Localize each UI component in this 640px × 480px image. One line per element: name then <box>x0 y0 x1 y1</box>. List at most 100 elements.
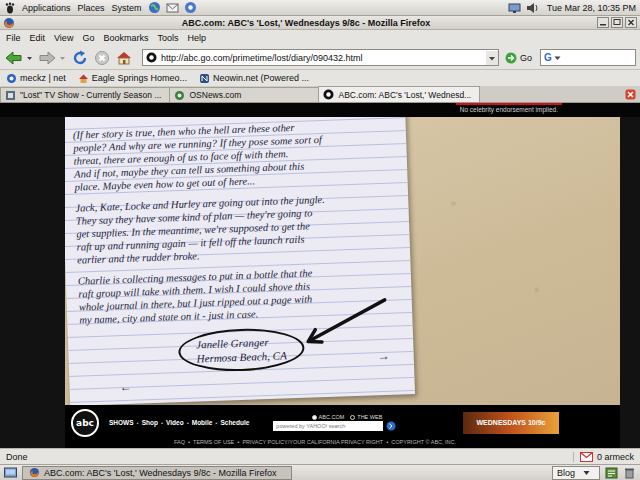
search-engine-icon[interactable]: G <box>544 53 552 63</box>
footer-nav-link[interactable]: Shop <box>142 419 158 426</box>
clock[interactable]: Tue Mar 28, 10:35 PM <box>544 3 636 13</box>
page-body: (If her story is true, then who the hell… <box>0 117 640 448</box>
scope-radio[interactable] <box>350 415 355 420</box>
tab-label: "Lost" TV Show - Currently Season ... <box>20 90 161 100</box>
minimize-icon[interactable] <box>597 17 609 28</box>
menu-item[interactable]: Bookmarks <box>103 33 148 43</box>
engine-dropdown-icon[interactable] <box>554 54 561 62</box>
bookmark[interactable]: Neowin.net (Powered ... <box>199 73 309 84</box>
tab-favicon-icon <box>5 90 16 101</box>
footer-nav: SHOWS•Shop•Video•Mobile•Schedule <box>109 419 249 426</box>
close-tab-icon[interactable] <box>625 89 636 100</box>
tab[interactable]: OSNews.com <box>169 87 319 102</box>
panel-applets: Tue Mar 28, 10:35 PM <box>508 2 636 14</box>
mail-notifier[interactable]: 0 armeck <box>573 452 634 462</box>
footer-nav-link[interactable]: SHOWS <box>109 419 134 426</box>
nav-separator: • <box>137 420 139 426</box>
bookmark[interactable]: meckz | net <box>6 73 66 84</box>
search-go-icon[interactable] <box>386 421 396 431</box>
search-scope[interactable]: ABC.COM <box>312 414 345 420</box>
site-search: ABC.COM THE WEBpowered by YAHOO! search <box>273 414 396 431</box>
legal-link[interactable]: FAQ <box>174 439 185 445</box>
dropdown-arrow-icon <box>583 470 590 476</box>
site-search-input[interactable]: powered by YAHOO! search <box>273 421 383 431</box>
legal-link[interactable]: TERMS OF USE <box>193 439 234 445</box>
tab[interactable]: "Lost" TV Show - Currently Season ... <box>0 87 170 102</box>
tab[interactable]: ABC.com: ABC's 'Lost,' Wednesd... <box>318 86 480 102</box>
panel-tray: Blog <box>552 466 636 480</box>
scope-radio[interactable] <box>312 415 317 420</box>
panel-menu[interactable]: Places <box>77 3 106 13</box>
menu-item[interactable]: Tools <box>157 33 178 43</box>
firefox-icon <box>29 467 40 478</box>
footer-nav-link[interactable]: Mobile <box>192 419 213 426</box>
menu-item[interactable]: Edit <box>30 33 46 43</box>
go-label: Go <box>520 53 532 63</box>
abc-logo[interactable]: abc <box>71 409 99 437</box>
bookmark[interactable]: Eagle Springs Homeo... <box>78 73 187 84</box>
search-scopes: ABC.COM THE WEB <box>273 414 396 420</box>
menu-item[interactable]: Go <box>82 33 94 43</box>
status-bar: Done0 armeck <box>0 448 640 464</box>
home-icon[interactable] <box>114 49 134 67</box>
firefox-icon[interactable] <box>3 17 15 29</box>
main-column: (If her story is true, then who the hell… <box>65 117 620 448</box>
previous-page-arrow[interactable]: ← <box>119 381 131 393</box>
right-margin <box>620 117 640 448</box>
menu-item[interactable]: File <box>6 33 21 43</box>
url-field[interactable]: http://abc.go.com/primetime/lost/diary/0… <box>142 49 499 66</box>
tab-favicon-icon <box>174 90 185 101</box>
blog-applet-icon[interactable] <box>605 467 618 479</box>
maximize-icon[interactable] <box>611 17 623 28</box>
bookmark-label: Eagle Springs Homeo... <box>92 73 187 83</box>
next-page-arrow[interactable]: → <box>377 350 389 362</box>
tab-favicon-icon <box>323 89 334 100</box>
diary-paragraph: (If her story is true, then who the hell… <box>73 117 408 194</box>
taskbar-button[interactable]: ABC.com: ABC's 'Lost,' Wednesdays 9/8c -… <box>22 466 292 480</box>
panel-menu[interactable]: Applications <box>21 3 72 13</box>
reload-icon[interactable] <box>70 49 90 67</box>
trash-icon[interactable] <box>623 467 636 479</box>
house-favicon-icon <box>78 73 89 84</box>
title-bar[interactable]: ABC.com: ABC's 'Lost,' Wednesdays 9/8c -… <box>0 16 640 30</box>
panel-menu[interactable]: System <box>111 3 143 13</box>
url-text[interactable]: http://abc.go.com/primetime/lost/diary/0… <box>161 53 482 63</box>
desktop: Applications Places System Tue Mar 28, 10:3… <box>0 0 640 480</box>
left-margin <box>0 117 65 448</box>
tab-bar: "Lost" TV Show - Currently Season ... OSN… <box>0 86 640 103</box>
forward-arrow-icon[interactable] <box>37 49 57 67</box>
menu-item[interactable]: View <box>54 33 73 43</box>
close-icon[interactable] <box>625 17 637 28</box>
tab-list: "Lost" TV Show - Currently Season ... OSN… <box>0 86 479 102</box>
url-history-icon[interactable] <box>486 51 498 65</box>
network-icon[interactable] <box>508 2 521 14</box>
search-scope[interactable]: THE WEB <box>350 414 382 420</box>
footer-row: abcSHOWS•Shop•Video•Mobile•ScheduleABC.C… <box>65 405 620 448</box>
footer-nav-link[interactable]: Video <box>166 419 184 426</box>
blog-label: Blog <box>557 468 575 478</box>
search-field[interactable]: G <box>540 49 636 66</box>
gnome-foot-icon[interactable] <box>4 2 16 14</box>
search-row: powered by YAHOO! search <box>273 421 396 431</box>
go-arrow-icon <box>505 52 517 64</box>
go-button[interactable]: Go <box>501 52 538 64</box>
volume-icon[interactable] <box>526 2 539 14</box>
show-desktop-icon[interactable] <box>4 467 17 479</box>
menu-item[interactable]: Help <box>187 33 206 43</box>
globe-icon[interactable] <box>148 1 161 14</box>
back-history-icon[interactable] <box>26 49 33 67</box>
tab-label: ABC.com: ABC's 'Lost,' Wednesd... <box>338 90 471 100</box>
mail-icon[interactable] <box>166 1 179 14</box>
legal-link[interactable]: COPYRIGHT © ABC, INC. <box>391 439 456 445</box>
stop-icon[interactable] <box>92 49 112 67</box>
window-title: ABC.com: ABC's 'Lost,' Wednesdays 9/8c -… <box>19 18 593 28</box>
footer-nav-link[interactable]: Schedule <box>220 419 249 426</box>
legal-link[interactable]: PRIVACY POLICY/YOUR CALIFORNIA PRIVACY R… <box>242 439 383 445</box>
forward-history-icon[interactable] <box>59 49 66 67</box>
schedule-banner[interactable]: WEDNESDAYS 10/9c <box>463 412 559 434</box>
blog-dropdown[interactable]: Blog <box>552 466 600 480</box>
signature-line: Hermosa Beach, CA <box>196 348 287 365</box>
help-icon[interactable] <box>184 1 197 14</box>
back-arrow-icon[interactable] <box>4 49 24 67</box>
bookmarks-toolbar: meckz | net Eagle Springs Homeo... Neowin.… <box>0 70 640 86</box>
